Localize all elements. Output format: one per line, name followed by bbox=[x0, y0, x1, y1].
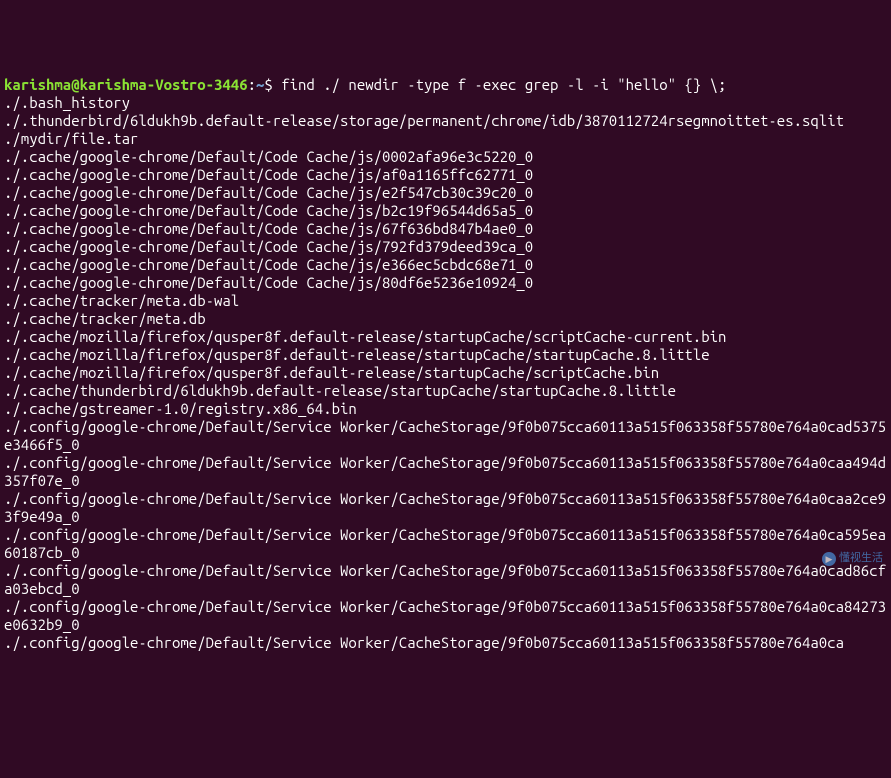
prompt-separator: : bbox=[248, 76, 256, 93]
watermark-text: 懂视生活 bbox=[839, 552, 883, 565]
watermark-icon: ▶ bbox=[822, 552, 836, 566]
prompt-dollar: $ bbox=[264, 76, 281, 93]
terminal-output: ./.bash_history ./.thunderbird/6ldukh9b.… bbox=[4, 94, 887, 652]
command-input[interactable]: find ./ newdir -type f -exec grep -l -i … bbox=[281, 76, 726, 93]
terminal-window[interactable]: karishma@karishma-Vostro-3446:~$ find ./… bbox=[4, 76, 887, 652]
watermark: ▶ 懂视生活 bbox=[822, 552, 883, 566]
prompt-user-host: karishma@karishma-Vostro-3446 bbox=[4, 76, 248, 93]
